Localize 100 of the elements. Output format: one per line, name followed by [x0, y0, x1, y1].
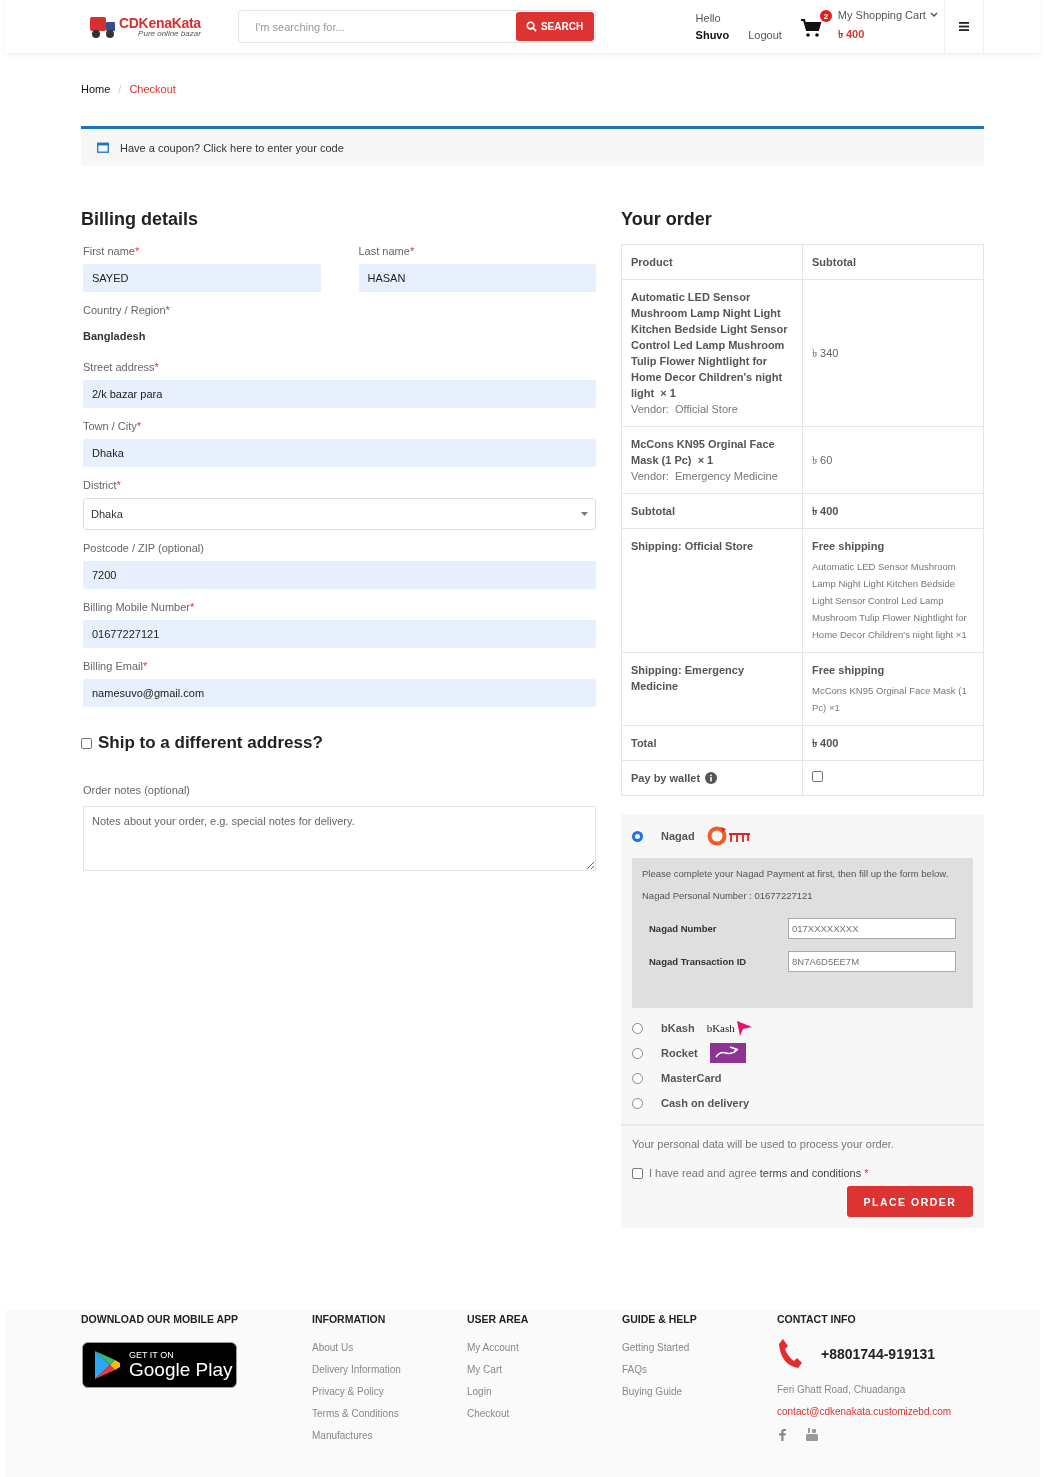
breadcrumb-link[interactable]: Home	[81, 83, 111, 95]
product-name: Automatic LED Sensor Mushroom Lamp Night Light Kitchen Bedside Light Sensor Control Led Lamp Mushroom Tulip Flower Nightlight for Home Decor Children's night light × 1	[631, 290, 789, 401]
footer-link[interactable]: Privacy & Policy	[312, 1386, 467, 1397]
info-icon[interactable]	[705, 772, 718, 784]
coupon-link[interactable]: Have a coupon? Click here to enter your code	[120, 141, 344, 154]
instruction-text: Please complete your Nagad Payment at first, then fill up the form below.	[642, 868, 950, 879]
text-field[interactable]: HASAN	[358, 264, 596, 292]
shipping-method: Free shipping	[812, 663, 886, 678]
row-label: Pay by wallet	[631, 771, 701, 786]
radio-button[interactable]	[632, 1072, 643, 1084]
field-label: Nagad Transaction ID	[649, 956, 747, 967]
caret-icon	[581, 512, 588, 516]
place-order-button[interactable]: PLACE ORDER	[847, 1186, 973, 1217]
text-field[interactable]: 7200	[83, 561, 596, 589]
footer-link[interactable]: My Cart	[467, 1364, 622, 1375]
search-icon	[525, 21, 537, 32]
radio-button[interactable]	[632, 1097, 643, 1109]
field-label: Billing Email*	[83, 659, 149, 673]
row-label: Total	[631, 737, 657, 749]
footer-heading: USER AREA	[467, 1313, 530, 1325]
field-label: Town / City*	[83, 419, 143, 433]
total-value: ৳ 400	[812, 737, 839, 749]
bkash-logo: bKash	[706, 1019, 753, 1037]
menu-icon[interactable]	[959, 22, 970, 31]
column-header: Product	[621, 244, 803, 280]
payment-method-label[interactable]: Cash on delivery	[661, 1097, 750, 1109]
phone-icon	[777, 1338, 803, 1370]
email-link[interactable]: contact@cdkenakata.customizebd.com	[777, 1406, 997, 1417]
play-icon	[93, 1350, 121, 1380]
cart-count-badge: 2	[819, 10, 832, 22]
footer-heading: GUIDE & HELP	[622, 1313, 698, 1325]
checkbox[interactable]	[81, 737, 92, 749]
footer-link[interactable]: Login	[467, 1386, 622, 1397]
phone-number: +8801744-919131	[821, 1346, 936, 1362]
radio-button[interactable]	[632, 1022, 643, 1034]
radio-button[interactable]	[632, 1047, 643, 1059]
country-value: Bangladesh	[83, 329, 147, 344]
site-logo[interactable]: CDKenaKata Pure online bazar	[88, 13, 233, 40]
payment-method-label[interactable]: MasterCard	[661, 1072, 722, 1084]
footer-heading: CONTACT INFO	[777, 1313, 857, 1325]
search-button[interactable]: SEARCH	[515, 12, 594, 41]
terms-link[interactable]: terms and conditions	[759, 1167, 862, 1179]
product-name: McCons KN95 Orginal Face Mask (1 Pc) × 1	[631, 437, 776, 468]
radio-button[interactable]	[632, 830, 643, 842]
facebook-icon[interactable]	[779, 1428, 786, 1441]
text-field[interactable]: namesuvo@gmail.com	[83, 679, 596, 707]
footer-link[interactable]: Buying Guide	[622, 1386, 777, 1397]
price-text: ৳ 60	[812, 454, 833, 466]
cart-icon[interactable]	[799, 18, 822, 38]
breadcrumb-link[interactable]: Checkout	[129, 83, 176, 95]
footer-link[interactable]: Delivery Information	[312, 1364, 467, 1375]
rocket-logo-icon	[709, 1043, 746, 1063]
logout-link[interactable]: Logout	[748, 29, 782, 41]
footer-link[interactable]: About Us	[312, 1342, 467, 1353]
notes-field[interactable]: Notes about your order, e.g. special notes for delivery.	[83, 806, 596, 871]
field-label: Billing Mobile Number*	[83, 600, 196, 614]
google-play-badge[interactable]: GET IT ON Google Play	[82, 1342, 237, 1388]
footer-link[interactable]: Getting Started	[622, 1342, 777, 1353]
field-label: District*	[83, 478, 122, 492]
field-label: First name*	[83, 244, 141, 258]
footer-link[interactable]: FAQs	[622, 1364, 777, 1375]
payment-method-label[interactable]: Rocket	[661, 1047, 698, 1059]
section-title: Your order	[621, 208, 713, 230]
user-name[interactable]: Shuvo	[695, 29, 730, 41]
text-field[interactable]: 2/k bazar para	[83, 380, 596, 408]
section-title: Billing details	[81, 208, 200, 230]
search-field[interactable]: I'm searching for... SEARCH	[238, 10, 596, 43]
checkbox[interactable]	[812, 771, 823, 782]
greeting-text: Hello	[695, 12, 722, 24]
footer-link[interactable]: My Account	[467, 1342, 622, 1353]
calendar-icon	[97, 142, 109, 153]
row-label: Shipping: Official Store	[631, 540, 754, 552]
address-text: Feri Ghatt Road, Chuadanga	[777, 1384, 907, 1395]
cart-label[interactable]: My Shopping Cart	[837, 8, 945, 21]
logo-text: CDKenaKata	[119, 15, 201, 30]
nagad-logo-icon	[706, 826, 751, 846]
checkbox[interactable]	[632, 1167, 643, 1179]
chevron-down-icon	[929, 11, 938, 18]
text-field[interactable]: SAYED	[83, 264, 321, 292]
text-field[interactable]: 01677227121	[83, 620, 596, 648]
footer-link[interactable]: Terms & Conditions	[312, 1408, 467, 1419]
shipping-detail: Automatic LED Sensor Mushroom Lamp Night Light Kitchen Bedside Light Sensor Control Led Lamp Mushroom Tulip Flower Nightlight for Home Decor Children's night light ×1	[812, 560, 968, 642]
text-field[interactable]: 017XXXXXXXX	[788, 918, 956, 939]
breadcrumb-separator: /	[118, 83, 122, 95]
dropdown-field[interactable]: Dhaka	[83, 498, 596, 530]
footer-link[interactable]: Manufactures	[312, 1430, 467, 1441]
text-field[interactable]: Dhaka	[83, 439, 596, 467]
footer-link[interactable]: Checkout	[467, 1408, 622, 1419]
shipping-detail: McCons KN95 Orginal Face Mask (1 Pc) ×1	[812, 684, 968, 715]
field-label: Nagad Number	[649, 923, 717, 934]
payment-method-label[interactable]: bKash	[661, 1022, 695, 1034]
text-field[interactable]: 8N7A6D5EE7M	[788, 951, 956, 972]
row-label: Subtotal	[631, 505, 675, 517]
payment-method-label[interactable]: Nagad	[661, 830, 695, 842]
column-header: Subtotal	[802, 244, 984, 280]
footer-heading: DOWNLOAD OUR MOBILE APP	[81, 1313, 240, 1325]
field-label: Postcode / ZIP (optional)	[83, 541, 205, 555]
field-label: Last name*	[358, 244, 416, 258]
field-label: Country / Region*	[83, 303, 171, 317]
personal-number-text: Nagad Personal Number : 01677227121	[642, 890, 814, 901]
